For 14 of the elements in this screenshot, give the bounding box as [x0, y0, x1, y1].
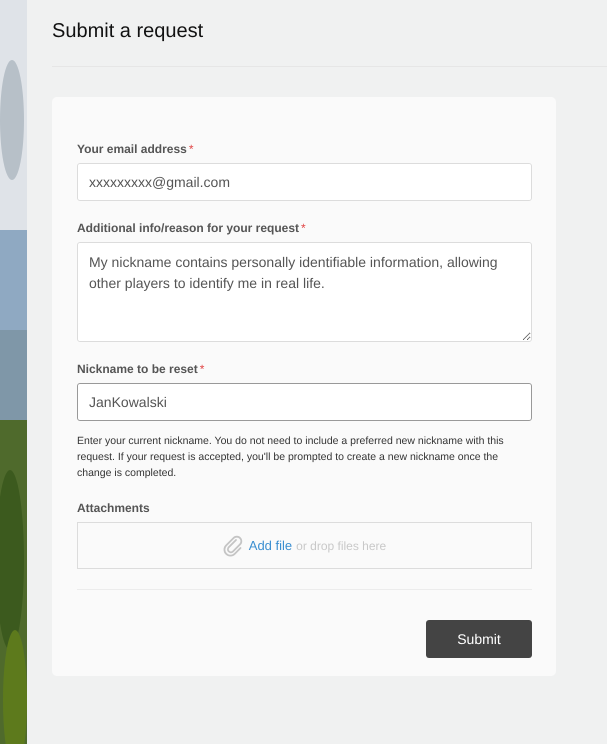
- field-label: Your email address: [77, 142, 187, 156]
- field-label: Attachments: [77, 501, 150, 515]
- input-field[interactable]: xxxxxxxxx@gmail.com: [77, 163, 532, 201]
- required-mark: *: [188, 142, 194, 156]
- field-hint: Enter your current nickname. You do not need to include a preferred new nickname with this request. If your request is accepted, you'll be prompted to create a new nickname once the change is completed.: [77, 434, 505, 481]
- page-title: Submit a request: [52, 0, 607, 67]
- field-label: Additional info/reason for your request: [77, 221, 300, 235]
- required-mark: *: [200, 362, 204, 376]
- field-label: Nickname to be reset: [77, 362, 198, 376]
- paperclip-icon: [222, 534, 243, 556]
- required-mark: *: [301, 221, 306, 235]
- text-area[interactable]: My nickname contains personally identifiable information, allowing other players to identify me in real life.: [77, 242, 532, 342]
- submit-button[interactable]: Submit: [426, 620, 532, 658]
- input-field[interactable]: JanKowalski: [77, 383, 532, 421]
